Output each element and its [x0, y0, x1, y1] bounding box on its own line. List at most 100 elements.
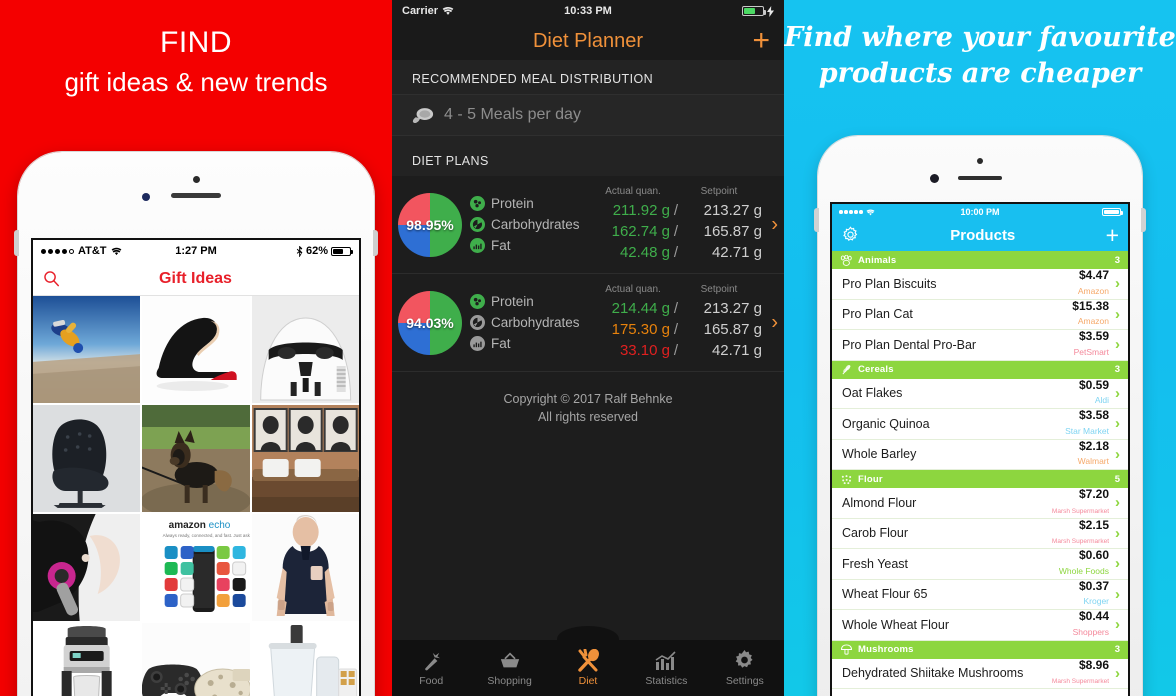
plan-percent: 94.03%	[406, 314, 454, 331]
value-row-protein: 214.44 g / 213.27 g	[580, 298, 762, 319]
category-header-mushrooms[interactable]: Mushrooms 3	[832, 640, 1128, 659]
category-header-animals[interactable]: Animals 3	[832, 251, 1128, 269]
diet-plan-row[interactable]: 98.95% Protein Carbohydrates Fat Actual …	[392, 176, 784, 274]
product-price: $0.44	[1078, 609, 1109, 624]
meal-distribution-row[interactable]: 4 - 5 Meals per day	[392, 94, 784, 136]
grid-item-chair[interactable]	[33, 405, 141, 512]
product-price-block: $0.37 Kroger	[1079, 579, 1109, 609]
product-price-block: $3.58 Star Market	[1065, 409, 1109, 438]
product-name: Fresh Yeast	[842, 556, 909, 571]
panel-diet-planner: Carrier 10:33 PM Diet Planner + RECOMMEN…	[392, 0, 784, 696]
chevron-right-icon[interactable]: ›	[1115, 525, 1120, 542]
chevron-right-icon[interactable]: ›	[1115, 306, 1120, 323]
product-price: $4.47	[1078, 268, 1109, 283]
chevron-right-icon[interactable]: ›	[1115, 665, 1120, 682]
grain-icon	[840, 474, 853, 485]
product-row[interactable]: Whole Wheat Flour $0.44 Shoppers ›	[832, 610, 1128, 641]
category-header-flour[interactable]: Flour 5	[832, 470, 1128, 488]
grid-item-polo-shirt[interactable]	[251, 514, 359, 621]
chevron-right-icon[interactable]: ›	[1115, 275, 1120, 292]
product-price: $3.58	[1078, 408, 1109, 423]
grid-item-food-processor[interactable]	[251, 623, 359, 696]
chevron-right-icon[interactable]: ›	[1115, 494, 1120, 511]
actual-value: 162.74 g	[611, 223, 670, 240]
copyright-line1: Copyright © 2017 Ralf Behnke	[503, 392, 673, 406]
grid-item-dog[interactable]	[142, 405, 250, 512]
svg-text:echo: echo	[209, 520, 231, 531]
battery-icon	[330, 246, 353, 256]
chevron-right-icon[interactable]: ›	[771, 213, 778, 236]
grid-item-heel[interactable]	[142, 296, 250, 403]
gear-icon[interactable]	[841, 226, 860, 245]
panel1-headline-line2: gift ideas & new trends	[64, 66, 328, 97]
product-row[interactable]: Organic Quinoa $3.58 Star Market ›	[832, 409, 1128, 440]
svg-text:Always ready, connected, and f: Always ready, connected, and fast. Just …	[163, 533, 250, 538]
product-row[interactable]: Pro Plan Cat $15.38 Amazon ›	[832, 299, 1128, 330]
product-store: Whole Foods	[1058, 565, 1109, 576]
panel3-headline: Find where your favourite products are c…	[784, 0, 1176, 93]
product-price: $0.59	[1078, 377, 1109, 392]
tab-shopping[interactable]: Shopping	[470, 640, 548, 696]
product-row[interactable]: Pro Plan Biscuits $4.47 Amazon ›	[832, 269, 1128, 300]
product-price: $0.60	[1078, 548, 1109, 563]
product-name: Almond Flour	[842, 495, 917, 510]
add-button[interactable]: +	[752, 26, 770, 56]
chevron-right-icon[interactable]: ›	[1115, 385, 1120, 402]
status-time: 10:00 PM	[960, 207, 1000, 217]
product-price: $8.96	[1078, 657, 1109, 672]
status-time: 1:27 PM	[175, 245, 217, 257]
add-button[interactable]: +	[1106, 224, 1119, 247]
product-row[interactable]: Oat Flakes $0.59 Aldi ›	[832, 377, 1128, 409]
value-separator: /	[673, 223, 679, 240]
grid-item-skydiving[interactable]	[33, 296, 141, 403]
tab-bar: Food Shopping Diet Statistics Settings	[392, 640, 784, 696]
grid-item-coffee-maker[interactable]	[33, 623, 141, 696]
grid-item-amazon-echo[interactable]: amazon echo Always ready, connected, and…	[142, 514, 250, 621]
copyright-notice: Copyright © 2017 Ralf Behnke All rights …	[392, 372, 784, 426]
grid-item-stormtrooper[interactable]	[251, 296, 359, 403]
fat-icon	[470, 336, 485, 351]
value-separator: /	[673, 300, 679, 317]
product-row[interactable]: Pro Plan Dental Pro-Bar $3.59 PetSmart ›	[832, 330, 1128, 361]
product-row[interactable]: Carob Flour $2.15 Marsh Supermarket ›	[832, 518, 1128, 549]
product-row[interactable]: Almond Flour $7.20 Marsh Supermarket ›	[832, 488, 1128, 519]
product-row[interactable]: Shiitake Mushrooms $2.69 ›	[832, 689, 1128, 696]
panel2-status-bar: Carrier 10:33 PM	[392, 0, 784, 22]
actual-value: 214.44 g	[611, 300, 670, 317]
panel1-status-bar: AT&T 1:27 PM 62%	[33, 240, 359, 262]
chevron-right-icon[interactable]: ›	[1115, 336, 1120, 353]
product-row[interactable]: Wheat Flour 65 $0.37 Kroger ›	[832, 579, 1128, 610]
diet-plan-row[interactable]: 94.03% Protein Carbohydrates Fat Actual …	[392, 274, 784, 372]
panel3-status-bar: 10:00 PM	[832, 204, 1128, 220]
category-header-cereals[interactable]: Cereals 3	[832, 360, 1128, 379]
tab-diet[interactable]: Diet	[549, 640, 627, 696]
chevron-right-icon[interactable]: ›	[1115, 446, 1120, 463]
product-name: Whole Barley	[842, 447, 917, 462]
macro-pie-chart: 98.95%	[398, 192, 462, 257]
chevron-right-icon[interactable]: ›	[1115, 555, 1120, 572]
tab-statistics[interactable]: Statistics	[627, 640, 705, 696]
product-row[interactable]: Fresh Yeast $0.60 Whole Foods ›	[832, 549, 1128, 580]
tab-food[interactable]: Food	[392, 640, 470, 696]
tab-settings[interactable]: Settings	[706, 640, 784, 696]
chevron-right-icon[interactable]: ›	[1115, 586, 1120, 603]
product-price-block: $4.47 Amazon	[1078, 269, 1109, 298]
tab-label: Settings	[725, 674, 764, 687]
chevron-right-icon[interactable]: ›	[1115, 616, 1120, 633]
grid-item-controller[interactable]	[142, 623, 250, 696]
value-column-headers: Actual quan. Setpoint	[580, 186, 762, 200]
chevron-right-icon[interactable]: ›	[771, 311, 778, 334]
chevron-right-icon[interactable]: ›	[1115, 415, 1120, 432]
nutrient-label: Carbohydrates	[491, 217, 580, 232]
carbohydrates-icon	[470, 315, 485, 330]
product-name: Pro Plan Biscuits	[842, 276, 937, 291]
product-row[interactable]: Dehydrated Shiitake Mushrooms $8.96 Mars…	[832, 657, 1128, 689]
product-name: Carob Flour	[842, 526, 908, 541]
product-store: Amazon	[1077, 316, 1109, 327]
grid-item-hairdryer[interactable]	[33, 514, 141, 621]
grid-item-wall-art[interactable]	[251, 405, 359, 512]
product-row[interactable]: Whole Barley $2.18 Walmart ›	[832, 439, 1128, 470]
svg-text:amazon: amazon	[169, 520, 206, 531]
product-store: Marsh Supermarket	[1051, 678, 1109, 686]
category-count: 5	[1114, 473, 1120, 485]
